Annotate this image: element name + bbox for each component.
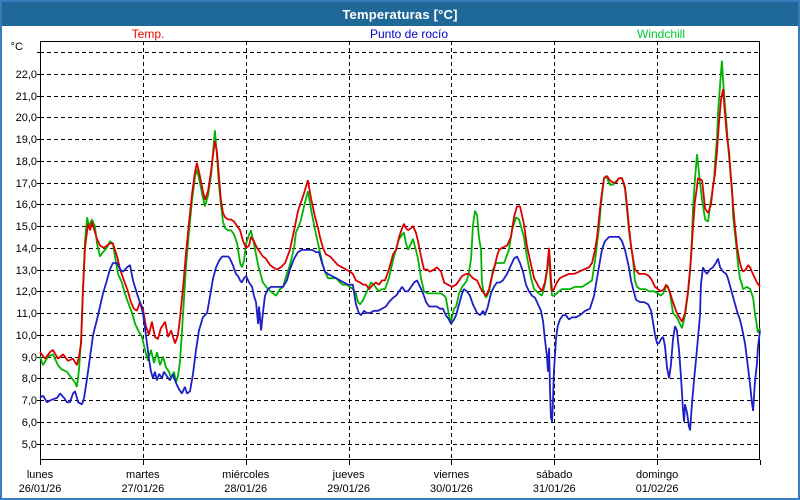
x-axis-day-label: sábado bbox=[536, 469, 572, 481]
x-axis-date-label: 01/02/26 bbox=[636, 483, 679, 495]
y-axis-tick-label: 22,0 bbox=[16, 69, 37, 81]
y-axis-tick-label: 20,0 bbox=[16, 112, 37, 124]
y-axis-tick-label: 6,0 bbox=[22, 417, 37, 429]
x-axis-day-label: miércoles bbox=[222, 469, 270, 481]
y-axis-tick-label: 10,0 bbox=[16, 330, 37, 342]
y-axis-tick-label: 21,0 bbox=[16, 91, 37, 103]
temperature-chart: 22,0 21,0 20,0 19,0 18,0 17,0 16,0 15,0 14,0 13,0… bbox=[2, 2, 798, 498]
x-axis-date-label: 26/01/26 bbox=[19, 483, 62, 495]
y-axis-tick-label: 15,0 bbox=[16, 221, 37, 233]
y-axis-tick-label: 7,0 bbox=[22, 395, 37, 407]
plot-area bbox=[40, 41, 760, 460]
y-axis-tick-label: 14,0 bbox=[16, 243, 37, 255]
x-axis-date-label: 31/01/26 bbox=[533, 483, 576, 495]
y-axis-tick-label: 8,0 bbox=[22, 373, 37, 385]
x-axis-day-label: lunes bbox=[27, 469, 54, 481]
y-axis-tick-label: 18,0 bbox=[16, 156, 37, 168]
x-axis-day-label: martes bbox=[126, 469, 160, 481]
y-axis-tick-label: 19,0 bbox=[16, 134, 37, 146]
y-axis-tick-label: 12,0 bbox=[16, 286, 37, 298]
x-axis-day-label: jueves bbox=[332, 469, 365, 481]
y-axis-unit-label: °C bbox=[11, 41, 23, 53]
x-axis-day-label: viernes bbox=[434, 469, 470, 481]
app-window: Temperaturas [°C] Temp. Punto de rocío W… bbox=[0, 0, 800, 500]
x-axis-date-label: 29/01/26 bbox=[327, 483, 370, 495]
y-axis-tick-label: 9,0 bbox=[22, 352, 37, 364]
y-axis-tick-label: 11,0 bbox=[16, 308, 37, 320]
x-axis-date-label: 27/01/26 bbox=[121, 483, 164, 495]
y-axis-tick-label: 17,0 bbox=[16, 178, 37, 190]
x-axis-day-label: domingo bbox=[636, 469, 678, 481]
y-axis-tick-label: 5,0 bbox=[22, 439, 37, 451]
y-axis-tick-label: 16,0 bbox=[16, 199, 37, 211]
y-axis-tick-label: 13,0 bbox=[16, 265, 37, 277]
x-axis-date-label: 30/01/26 bbox=[430, 483, 473, 495]
x-axis-date-label: 28/01/26 bbox=[224, 483, 267, 495]
